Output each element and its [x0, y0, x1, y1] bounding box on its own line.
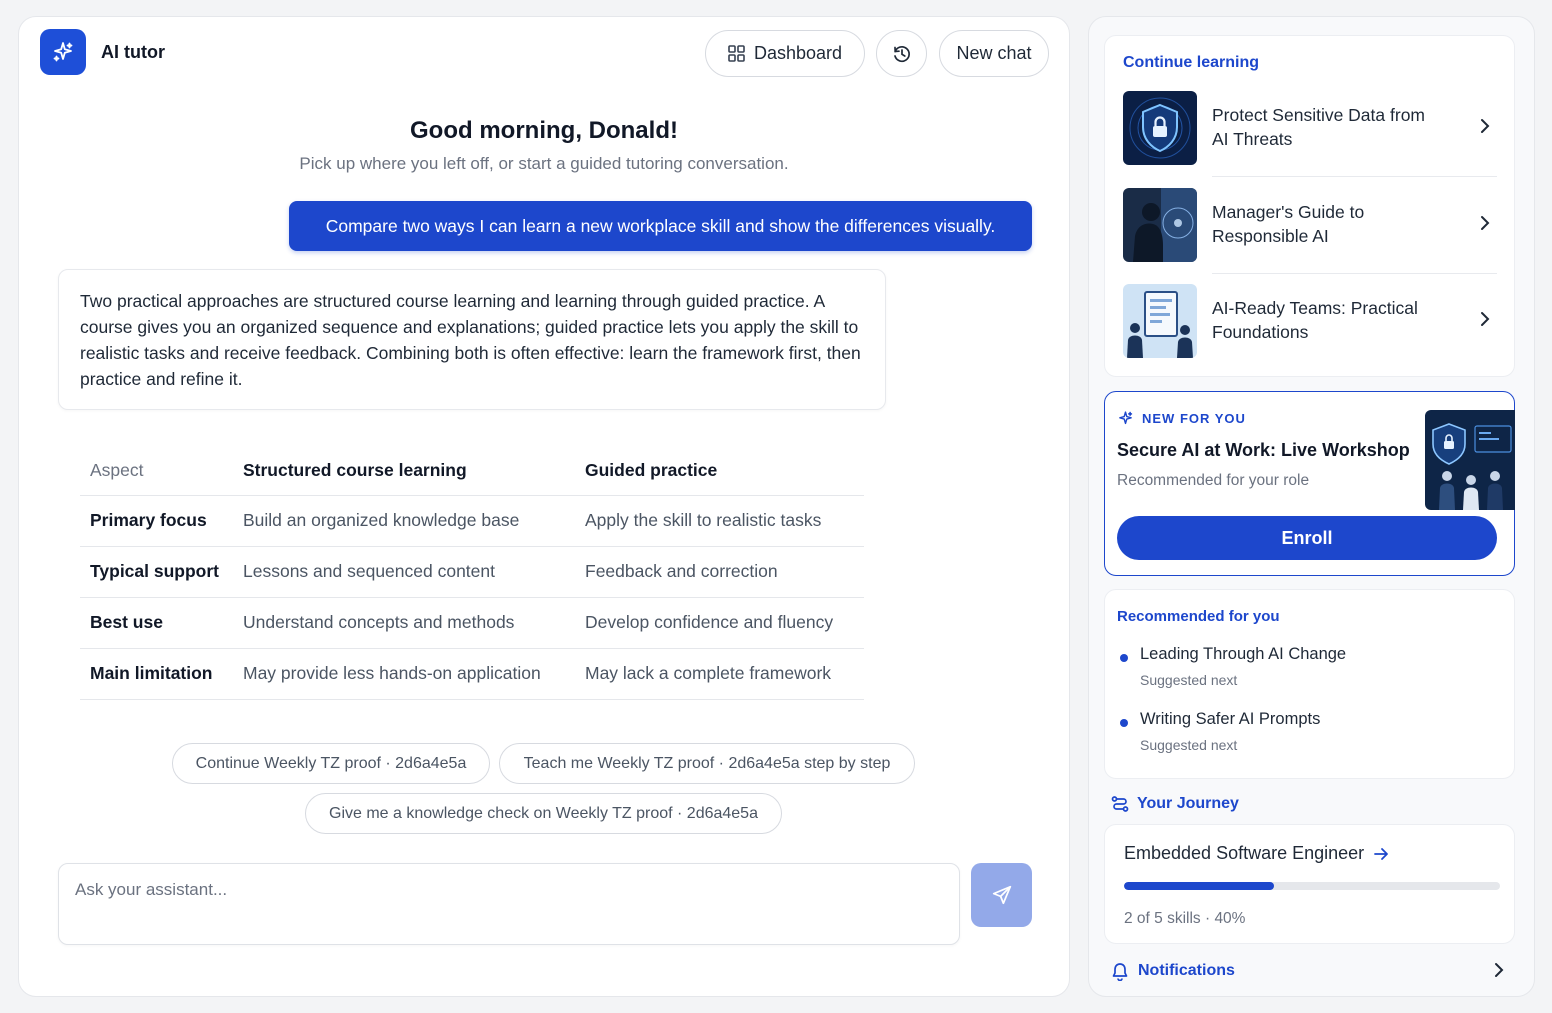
journey-header: Your Journey: [1111, 795, 1239, 813]
table-cell: Develop confidence and fluency: [575, 597, 864, 649]
main-panel: AI tutor Dashboard New chat Good morning…: [18, 16, 1070, 997]
send-icon: [992, 885, 1011, 905]
assistant-message: Two practical approaches are structured …: [58, 269, 886, 410]
app-logo: [40, 29, 86, 75]
arrow-right-icon: [1374, 847, 1389, 860]
route-icon: [1111, 796, 1129, 812]
recommended-item-title: Leading Through AI Change: [1140, 645, 1347, 663]
dashboard-button[interactable]: Dashboard: [705, 30, 865, 77]
suggestion-chip[interactable]: Give me a knowledge check on Weekly TZ p…: [305, 793, 782, 834]
course-title: AI-Ready Teams: Practical Foundations: [1212, 298, 1418, 342]
table-row: Primary focus Build an organized knowled…: [80, 495, 864, 547]
history-icon: [893, 45, 910, 62]
greeting-subtitle: Pick up where you left off, or start a g…: [299, 154, 789, 173]
course-thumbnail: [1123, 188, 1197, 262]
table-cell: Typical support: [80, 546, 233, 598]
chevron-right-icon: [1495, 963, 1504, 977]
sparkle-icon: [53, 42, 73, 62]
workshop-thumbnail: [1425, 410, 1515, 510]
table-cell: Best use: [80, 597, 233, 649]
table-header: Guided practice: [575, 447, 864, 496]
course-title: Manager's Guide to Responsible AI: [1212, 202, 1365, 246]
divider: [1212, 273, 1497, 274]
comparison-table: Aspect Structured course learning Guided…: [80, 447, 864, 700]
workshop-title: Secure AI at Work: Live Workshop: [1117, 440, 1410, 460]
new-for-you-card: NEW FOR YOU Secure AI at Work: Live Work…: [1104, 391, 1515, 576]
table-header: Structured course learning: [233, 447, 575, 496]
history-button[interactable]: [876, 30, 927, 77]
message-input[interactable]: [75, 880, 935, 900]
table-header-row: Aspect Structured course learning Guided…: [80, 447, 864, 496]
table-cell: Feedback and correction: [575, 546, 864, 598]
course-thumbnail: [1123, 284, 1197, 358]
journey-card[interactable]: Embedded Software Engineer 2 of 5 skills…: [1104, 824, 1515, 944]
continue-learning-title: Continue learning: [1123, 54, 1259, 71]
table-cell: May provide less hands-on application: [233, 648, 575, 700]
send-button[interactable]: [971, 863, 1032, 927]
course-title: Protect Sensitive Data from AI Threats: [1212, 105, 1425, 149]
recommended-title: Recommended for you: [1117, 608, 1280, 625]
sidebar: Continue learning Protect Sensitive Data…: [1088, 16, 1535, 997]
recommended-item-sub: Suggested next: [1140, 672, 1238, 688]
chevron-right-icon: [1481, 119, 1490, 133]
chevron-right-icon: [1481, 312, 1490, 326]
table-cell: Lessons and sequenced content: [233, 546, 575, 598]
table-cell: May lack a complete framework: [575, 648, 864, 700]
journey-progress-bar: [1124, 882, 1500, 890]
suggestion-chip[interactable]: Continue Weekly TZ proof · 2d6a4e5a: [172, 743, 490, 784]
journey-progress-text: 2 of 5 skills · 40%: [1124, 910, 1246, 927]
recommended-card: Recommended for you Leading Through AI C…: [1104, 589, 1515, 779]
new-for-you-tag: NEW FOR YOU: [1117, 410, 1246, 427]
enroll-button[interactable]: Enroll: [1117, 516, 1497, 560]
bullet-dot: [1120, 719, 1128, 727]
app-title: AI tutor: [101, 42, 165, 62]
dashboard-button-label: Dashboard: [753, 43, 843, 63]
table-header: Aspect: [80, 447, 233, 496]
grid-icon: [728, 45, 745, 62]
course-thumbnail: [1123, 91, 1197, 165]
greeting: Good morning, Donald!: [410, 117, 678, 144]
divider: [1212, 176, 1497, 177]
table-cell: Build an organized knowledge base: [233, 495, 575, 547]
suggestion-chip[interactable]: Teach me Weekly TZ proof · 2d6a4e5a step…: [499, 743, 915, 784]
table-row: Typical support Lessons and sequenced co…: [80, 546, 864, 598]
table-row: Best use Understand concepts and methods…: [80, 597, 864, 649]
workshop-subtitle: Recommended for your role: [1117, 472, 1310, 489]
journey-role: Embedded Software Engineer: [1124, 843, 1389, 864]
new-for-you-tag-label: NEW FOR YOU: [1142, 411, 1246, 426]
table-cell: Main limitation: [80, 648, 233, 700]
new-chat-button[interactable]: New chat: [939, 30, 1049, 77]
table-row: Main limitation May provide less hands-o…: [80, 648, 864, 700]
table-cell: Apply the skill to realistic tasks: [575, 495, 864, 547]
course-item[interactable]: Manager's Guide to Responsible AI: [1123, 188, 1497, 262]
user-message: Compare two ways I can learn a new workp…: [289, 201, 1032, 251]
notifications-link[interactable]: Notifications: [1111, 959, 1505, 983]
bell-icon: [1112, 962, 1128, 981]
bullet-dot: [1120, 654, 1128, 662]
recommended-item-sub: Suggested next: [1140, 737, 1238, 753]
journey-title: Your Journey: [1137, 795, 1239, 812]
continue-learning-card: Continue learning Protect Sensitive Data…: [1104, 35, 1515, 377]
chevron-right-icon: [1481, 216, 1490, 230]
composer: [58, 863, 960, 945]
journey-role-label: Embedded Software Engineer: [1124, 843, 1365, 863]
sparkle-icon: [1119, 411, 1133, 425]
table-cell: Understand concepts and methods: [233, 597, 575, 649]
course-item[interactable]: Protect Sensitive Data from AI Threats: [1123, 91, 1497, 165]
table-cell: Primary focus: [80, 495, 233, 547]
recommended-item-title: Writing Safer AI Prompts: [1140, 710, 1321, 728]
notifications-label: Notifications: [1138, 962, 1235, 979]
journey-progress-fill: [1124, 882, 1275, 890]
course-item[interactable]: AI-Ready Teams: Practical Foundations: [1123, 284, 1497, 358]
